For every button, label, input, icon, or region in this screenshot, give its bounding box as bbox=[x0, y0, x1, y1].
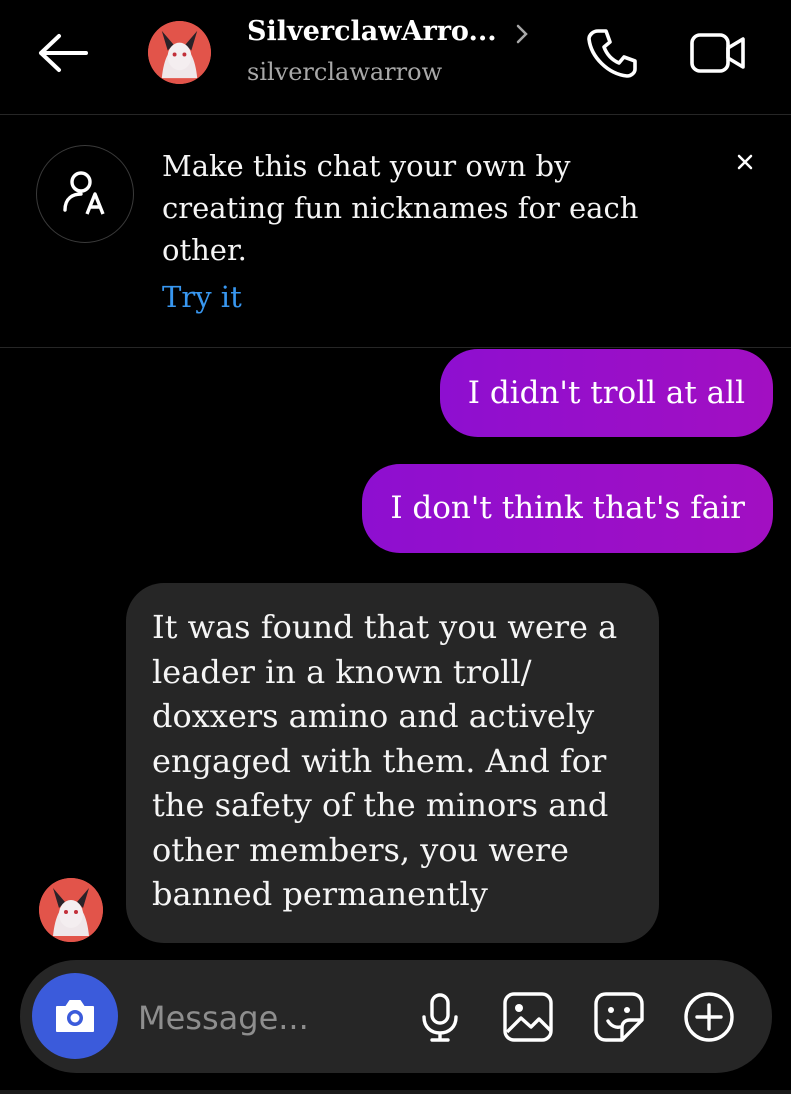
avatar[interactable] bbox=[148, 21, 211, 84]
message-input[interactable] bbox=[136, 992, 390, 1044]
chevron-right-icon[interactable] bbox=[514, 24, 530, 44]
chat-header: SilverclawArro... silverclawarrow bbox=[0, 0, 791, 115]
nickname-icon bbox=[36, 145, 134, 243]
chat-username: silverclawarrow bbox=[247, 58, 443, 86]
banner-message: Make this chat your own by creating fun … bbox=[162, 149, 639, 267]
nickname-banner: Make this chat your own by creating fun … bbox=[0, 115, 791, 348]
chat-title[interactable]: SilverclawArro... bbox=[247, 16, 495, 47]
phone-icon[interactable] bbox=[584, 26, 638, 80]
video-camera-icon[interactable] bbox=[688, 28, 748, 78]
gallery-icon[interactable] bbox=[501, 990, 555, 1044]
sticker-icon[interactable] bbox=[592, 990, 646, 1044]
microphone-icon[interactable] bbox=[413, 990, 467, 1044]
outgoing-message[interactable]: I didn't troll at all bbox=[439, 349, 773, 437]
try-it-link[interactable]: Try it bbox=[162, 280, 242, 314]
message-composer bbox=[20, 960, 772, 1073]
incoming-message[interactable]: It was found that you were a leader in a… bbox=[126, 583, 659, 943]
back-arrow-icon[interactable] bbox=[34, 30, 92, 76]
divider bbox=[0, 1090, 791, 1094]
camera-icon[interactable] bbox=[32, 973, 118, 1059]
plus-circle-icon[interactable] bbox=[682, 990, 736, 1044]
sender-avatar[interactable] bbox=[39, 878, 103, 942]
outgoing-message[interactable]: I don't think that's fair bbox=[362, 464, 773, 553]
close-icon[interactable] bbox=[730, 147, 760, 177]
